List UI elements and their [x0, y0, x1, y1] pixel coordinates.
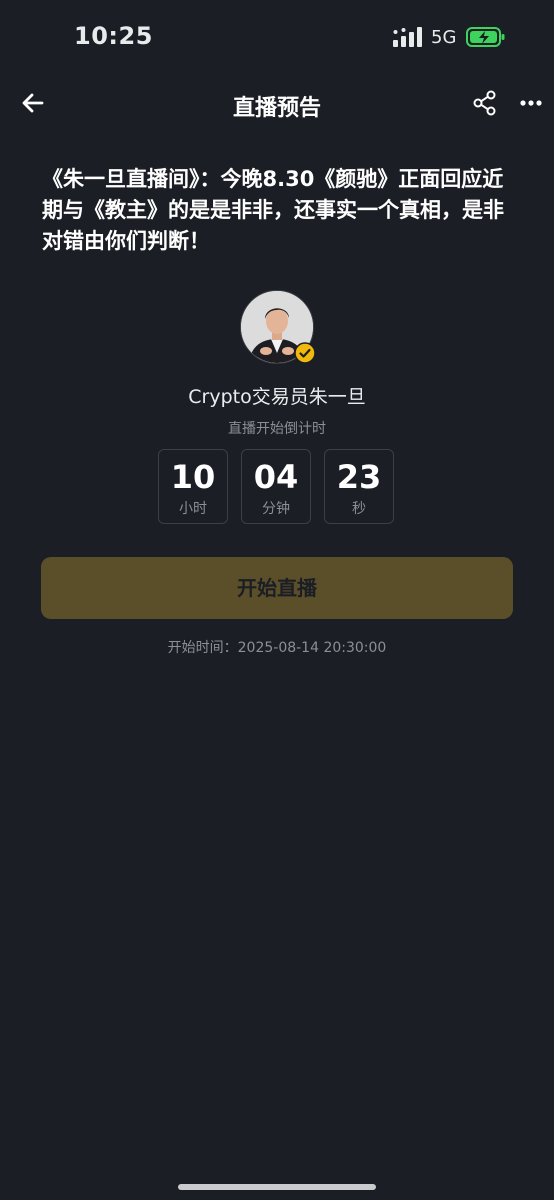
- countdown-hours-value: 10: [170, 458, 216, 496]
- countdown-label: 直播开始倒计时: [228, 421, 326, 437]
- start-time-text: 开始时间：2025-08-14 20:30:00: [167, 640, 387, 656]
- network-type: 5G: [431, 27, 457, 48]
- countdown-seconds-box: 23 秒: [324, 449, 394, 524]
- countdown-hours-unit: 小时: [179, 501, 207, 517]
- live-announcement-title: 《朱一旦直播间》：今晚8.30《颜驰》正面回应近期与《教主》的是是非非，还事实一…: [42, 167, 504, 253]
- countdown-hours-box: 10 小时: [158, 449, 228, 524]
- battery-charging-icon: [466, 27, 505, 47]
- host-avatar-container[interactable]: [240, 290, 316, 364]
- home-indicator[interactable]: [178, 1184, 376, 1190]
- countdown-minutes-unit: 分钟: [262, 501, 290, 517]
- page-header: 直播预告: [0, 76, 554, 132]
- verified-badge-icon: [294, 342, 316, 364]
- status-time: 10:25: [74, 22, 153, 50]
- start-live-button[interactable]: 开始直播: [41, 557, 513, 619]
- more-dots-icon[interactable]: [516, 88, 546, 118]
- countdown-minutes-value: 04: [253, 458, 299, 496]
- status-bar: 10:25 5G: [0, 0, 554, 76]
- countdown-seconds-value: 23: [336, 458, 382, 496]
- countdown-timer: 10 小时 04 分钟 23 秒: [158, 449, 398, 527]
- countdown-seconds-unit: 秒: [352, 501, 366, 517]
- cellular-signal-icon: [393, 27, 422, 47]
- countdown-minutes-box: 04 分钟: [241, 449, 311, 524]
- share-icon[interactable]: [470, 88, 500, 118]
- host-name[interactable]: Crypto交易员朱一旦: [0, 382, 554, 409]
